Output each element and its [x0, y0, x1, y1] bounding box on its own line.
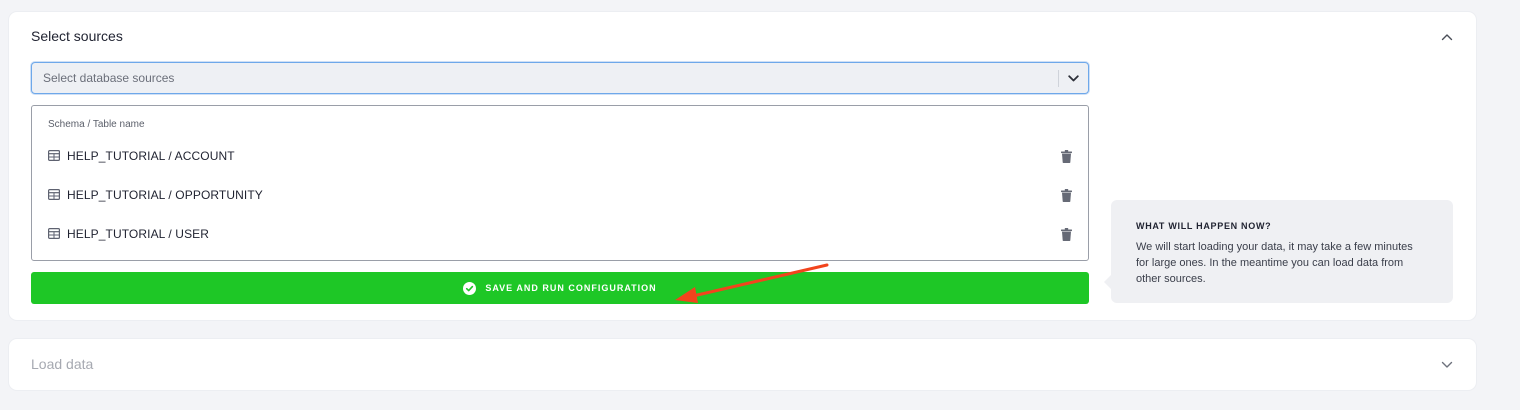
table-name: HELP_TUTORIAL / USER [67, 227, 210, 241]
info-title: WHAT WILL HAPPEN NOW? [1136, 221, 1272, 231]
collapse-button[interactable] [1440, 30, 1454, 44]
table-row: HELP_TUTORIAL / ACCOUNT [32, 144, 1088, 168]
save-and-run-button[interactable]: SAVE AND RUN CONFIGURATION [31, 272, 1089, 304]
trash-icon [1060, 188, 1072, 202]
info-line: We will start loading your data, it may … [1136, 241, 1413, 253]
select-placeholder: Select database sources [43, 71, 175, 85]
info-line: for large ones. In the meantime you can … [1136, 257, 1404, 269]
table-icon [48, 228, 60, 239]
trash-icon [1060, 227, 1072, 241]
table-icon [48, 189, 60, 200]
table-name: HELP_TUTORIAL / OPPORTUNITY [67, 188, 263, 202]
select-toggle-button[interactable] [1059, 63, 1088, 93]
table-name: HELP_TUTORIAL / ACCOUNT [67, 149, 235, 163]
chevron-down-icon [1068, 74, 1079, 81]
info-text: We will start loading your data, it may … [1136, 239, 1436, 287]
table-icon [48, 150, 60, 161]
table-row: HELP_TUTORIAL / OPPORTUNITY [32, 183, 1088, 207]
delete-row-button[interactable] [1059, 187, 1073, 203]
info-callout: WHAT WILL HAPPEN NOW? We will start load… [1104, 200, 1453, 303]
panel-title: Select sources [31, 28, 123, 44]
table-row: HELP_TUTORIAL / USER [32, 222, 1088, 246]
load-data-panel[interactable]: Load data [9, 339, 1476, 390]
expand-button[interactable] [1440, 358, 1454, 372]
trash-icon [1060, 149, 1072, 163]
callout-pointer [1104, 275, 1111, 289]
panel-title: Load data [31, 356, 94, 372]
info-line: other sources. [1136, 273, 1206, 285]
save-button-label: SAVE AND RUN CONFIGURATION [485, 283, 657, 293]
chevron-up-icon [1441, 34, 1453, 41]
delete-row-button[interactable] [1059, 226, 1073, 242]
select-sources-panel: Select sources Select database sources S… [9, 12, 1476, 320]
delete-row-button[interactable] [1059, 148, 1073, 164]
check-circle-icon [463, 281, 477, 295]
chevron-down-icon [1441, 361, 1453, 368]
selected-tables-list: Schema / Table name HELP_TUTORIAL / ACCO… [31, 105, 1089, 261]
database-sources-select[interactable]: Select database sources [31, 62, 1089, 94]
table-header: Schema / Table name [48, 119, 145, 130]
